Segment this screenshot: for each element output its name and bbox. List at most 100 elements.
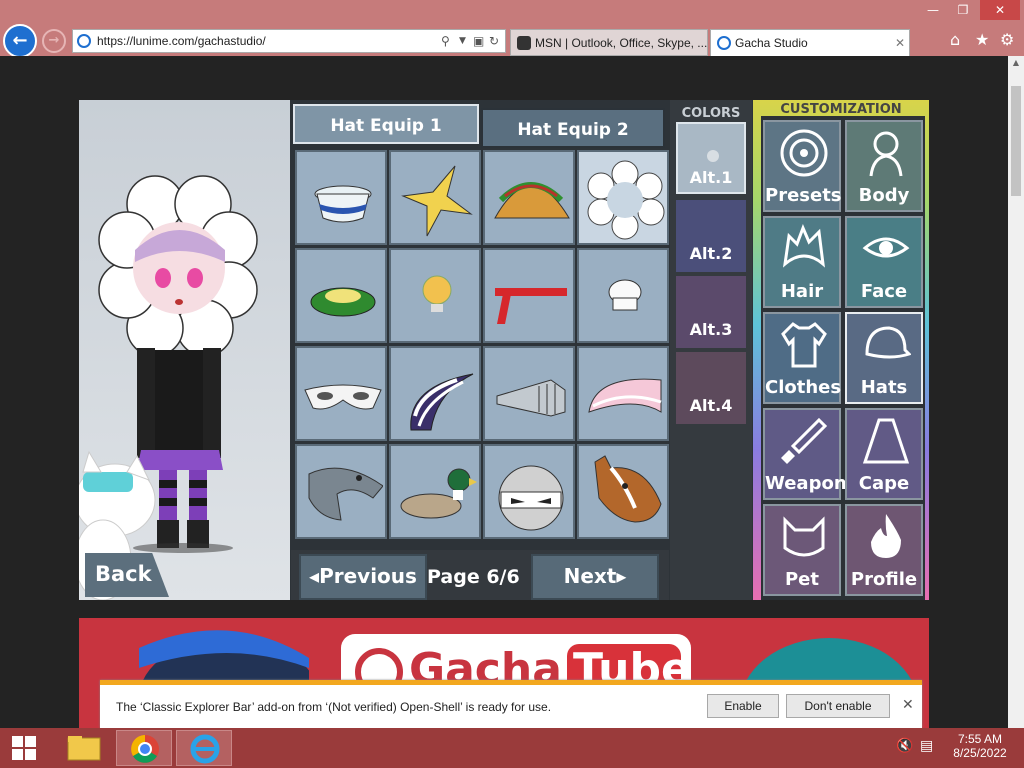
clothes-icon: [781, 322, 827, 368]
item-grid: [293, 148, 669, 540]
scroll-thumb[interactable]: [1011, 86, 1021, 196]
address-url[interactable]: https://lunime.com/gachastudio/: [97, 34, 266, 48]
tab-msn-title: MSN | Outlook, Office, Skype, ...: [535, 36, 708, 50]
item-horse-mask[interactable]: [577, 444, 669, 539]
taco-icon: [494, 182, 570, 219]
selected-dot-icon: [707, 150, 719, 162]
colors-panel: COLORS Alt.1 Alt.2 Alt.3 Alt.4: [670, 100, 752, 600]
item-eye-mask[interactable]: [295, 346, 387, 441]
pet-icon: [783, 516, 825, 557]
item-pink-beanie[interactable]: [577, 346, 669, 441]
cape-button[interactable]: Cape: [845, 408, 923, 500]
hair-button[interactable]: Hair: [763, 216, 841, 308]
gold-star-icon: [401, 165, 473, 237]
face-button[interactable]: Face: [845, 216, 923, 308]
item-knight-visor[interactable]: [483, 346, 575, 441]
enable-button[interactable]: Enable: [707, 694, 779, 718]
taskbar-clock[interactable]: 7:55 AM 8/25/2022: [940, 732, 1020, 760]
robot-ball-icon: [498, 465, 564, 531]
forward-arrow-icon[interactable]: →: [42, 29, 66, 53]
hats-button[interactable]: Hats: [845, 312, 923, 404]
windows-start-icon[interactable]: [10, 734, 38, 762]
swatch-alt-4-label: Alt.4: [689, 396, 733, 415]
tab-gacha-studio[interactable]: Gacha Studio ✕: [710, 29, 910, 56]
settings-gear-icon[interactable]: ⚙: [1000, 30, 1014, 49]
swatch-alt-2[interactable]: Alt.2: [676, 200, 746, 272]
notification-close-icon[interactable]: ✕: [902, 697, 914, 713]
previous-button[interactable]: ◂Previous: [299, 554, 427, 600]
dolphin-hat-icon: [308, 467, 383, 521]
clock-date: 8/25/2022: [953, 746, 1007, 760]
home-icon[interactable]: ⌂: [950, 30, 960, 49]
tab-hat-equip-2[interactable]: Hat Equip 2: [481, 108, 665, 148]
item-chef-hat[interactable]: [577, 248, 669, 343]
swatch-alt-4[interactable]: Alt.4: [676, 352, 746, 424]
chef-hat-icon: [608, 279, 642, 311]
sailor-hat-icon: [314, 185, 372, 223]
swatch-alt-1[interactable]: Alt.1: [676, 122, 746, 194]
lock-icon: ▣: [473, 34, 485, 48]
swatch-alt-2-label: Alt.2: [689, 244, 733, 263]
chrome-icon[interactable]: [116, 730, 172, 766]
page-content: Back Hat Equip 1 Hat Equip 2 ◂Previous P…: [0, 56, 1008, 728]
item-striped-hat[interactable]: [389, 346, 481, 441]
swatch-alt-3[interactable]: Alt.3: [676, 276, 746, 348]
clothes-button[interactable]: Clothes: [763, 312, 841, 404]
pet-button[interactable]: Pet: [763, 504, 841, 596]
close-tab-icon[interactable]: ✕: [895, 36, 905, 50]
refresh-icon[interactable]: ↻: [489, 34, 499, 48]
item-red-headband[interactable]: [483, 248, 575, 343]
internet-explorer-icon[interactable]: [176, 730, 232, 766]
striped-hat-icon: [410, 373, 474, 431]
previous-arrow-icon: ◂: [309, 564, 320, 588]
item-robot-ball[interactable]: [483, 444, 575, 539]
knight-visor-icon: [496, 379, 566, 417]
next-button[interactable]: Next▸: [531, 554, 659, 600]
profile-label: Profile: [850, 569, 918, 590]
hats-label: Hats: [860, 377, 908, 398]
horse-mask-icon: [594, 455, 662, 523]
weapon-icon: [781, 417, 828, 464]
gacha-game: Back Hat Equip 1 Hat Equip 2 ◂Previous P…: [74, 100, 929, 601]
tab-msn[interactable]: MSN | Outlook, Office, Skype, ...: [510, 29, 708, 56]
customization-title: CUSTOMIZATION: [780, 102, 902, 117]
tab-hat-equip-1[interactable]: Hat Equip 1: [293, 104, 479, 144]
item-gold-star[interactable]: [389, 150, 481, 245]
favorites-star-icon[interactable]: ★: [975, 30, 989, 49]
close-window-button[interactable]: ✕: [980, 0, 1020, 20]
sunflower-pad-icon: [310, 287, 376, 317]
search-icon[interactable]: ⚲: [441, 34, 450, 48]
presets-button[interactable]: Presets: [763, 120, 842, 212]
minimize-button[interactable]: —: [918, 0, 948, 20]
profile-button[interactable]: Profile: [845, 504, 923, 596]
weapon-button[interactable]: Weapon: [763, 408, 847, 500]
face-label: Face: [860, 281, 908, 302]
vertical-scrollbar[interactable]: ▲: [1008, 56, 1024, 728]
dropdown-arrow-icon[interactable]: ▼: [459, 36, 466, 46]
item-taco[interactable]: [483, 150, 575, 245]
item-flower-hood[interactable]: [577, 150, 669, 245]
flower-hood-icon: [587, 160, 665, 240]
body-button[interactable]: Body: [845, 120, 923, 212]
item-sunflower-pad[interactable]: [295, 248, 387, 343]
colors-title: COLORS: [681, 106, 741, 121]
volume-muted-icon[interactable]: 🔇: [896, 738, 913, 754]
pink-beanie-icon: [588, 378, 662, 413]
network-icon[interactable]: ▤: [920, 738, 933, 754]
item-sailor-hat[interactable]: [295, 150, 387, 245]
address-bar[interactable]: https://lunime.com/gachastudio/ ⚲ ▼ ▣ ↻: [72, 29, 506, 53]
restore-button[interactable]: ❐: [948, 0, 978, 20]
item-lightbulb[interactable]: [389, 248, 481, 343]
dont-enable-button[interactable]: Don't enable: [786, 694, 890, 718]
browser-toolbar: ← → https://lunime.com/gachastudio/ ⚲ ▼ …: [0, 24, 1024, 58]
item-dolphin-hat[interactable]: [295, 444, 387, 539]
customization-buttons: Presets Body Hair Face Clothes Hats Weap…: [761, 116, 925, 600]
taskbar: 🔇 ▤ 7:55 AM 8/25/2022: [0, 728, 1024, 768]
previous-label: Previous: [319, 564, 417, 588]
file-explorer-icon[interactable]: [56, 730, 112, 766]
item-duck-hat[interactable]: [389, 444, 481, 539]
back-arrow-icon[interactable]: ←: [3, 24, 37, 58]
page-indicator: Page 6/6: [427, 566, 520, 588]
presets-label: Presets: [765, 185, 842, 206]
scroll-up-arrow-icon[interactable]: ▲: [1008, 58, 1024, 72]
